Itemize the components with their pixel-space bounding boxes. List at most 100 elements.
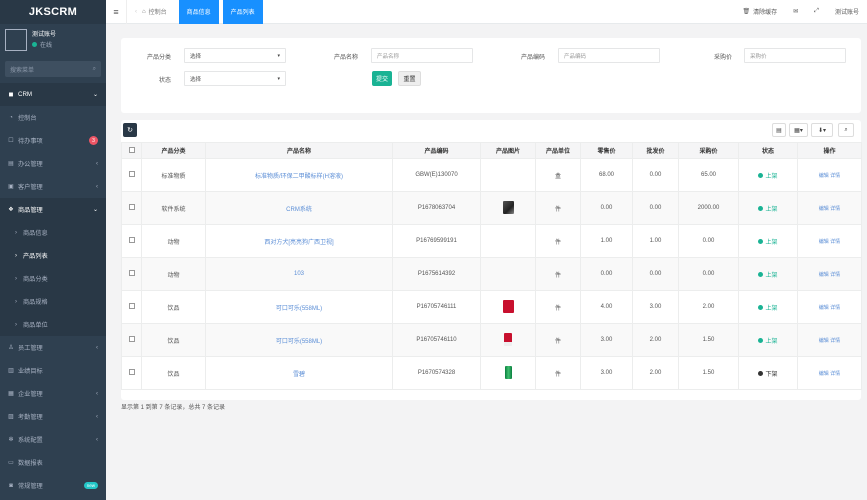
search-icon[interactable]: ⌕ — [93, 66, 96, 73]
table-row[interactable]: 软件系统 CRM系统 P1678063704 件 0.00 0.00 2000.00 上架 编辑… — [121, 191, 862, 225]
column-header[interactable]: 采购价 — [678, 142, 739, 159]
sidebar-item-report[interactable]: ▭ 数据报表 — [0, 451, 106, 474]
column-header[interactable]: 状态 — [738, 142, 798, 159]
column-header[interactable]: 产品图片 — [480, 142, 536, 159]
row-checkbox[interactable] — [128, 369, 135, 375]
row-actions[interactable]: 编辑 详情 — [819, 305, 840, 311]
clear-cache-button[interactable]: 🗑 清除缓存 — [735, 0, 786, 24]
column-header[interactable]: 批发价 — [632, 142, 679, 159]
product-name-link[interactable]: CRM系统 — [286, 207, 312, 213]
sidebar-item-customer[interactable]: ▣ 客户管理 ‹ — [0, 175, 106, 198]
row-checkbox[interactable] — [128, 303, 135, 309]
columns-button[interactable]: ▦▾ — [789, 123, 808, 137]
sidebar-item-manage[interactable]: ◙ 常规管理 new — [0, 474, 106, 497]
sidebar-item-dashboard[interactable]: ◔ 控制台 — [0, 106, 106, 129]
table-row[interactable]: 标准物质 标准物质/环保二甲酸标样(H溶液) GBW(E)130070 盒 68.00 0… — [121, 158, 862, 192]
sidebar-item-target[interactable]: ▥ 业绩目标 — [0, 359, 106, 382]
tab-product-info[interactable]: 商品信息 — [178, 0, 219, 24]
row-select-cell[interactable] — [121, 323, 142, 357]
sidebar-item-todo[interactable]: ☐ 待办事项 3 — [0, 129, 106, 152]
column-header[interactable]: 产品单位 — [535, 142, 581, 159]
table-row[interactable]: 饮品 雪碧 P1670574328 件 3.00 2.00 1.50 下架 编辑 详情 — [121, 356, 862, 390]
column-header[interactable]: 操作 — [797, 142, 862, 159]
product-thumbnail[interactable] — [502, 200, 514, 214]
column-header[interactable]: 零售价 — [580, 142, 633, 159]
status-badge[interactable]: 上架 — [758, 336, 778, 345]
sidebar-subitem-product-info[interactable]: › 商品信息 — [0, 221, 106, 244]
row-checkbox[interactable] — [128, 270, 135, 276]
table-row[interactable]: 动物 西对方犬[亮亮狗广西卫视] P16769599191 件 1.00 1.00 0.00… — [121, 224, 862, 258]
row-select-cell[interactable] — [121, 224, 142, 258]
status-badge[interactable]: 上架 — [758, 270, 778, 279]
sidebar-item-attendance[interactable]: ▨ 考勤管理 ‹ — [0, 405, 106, 428]
tab-product-list[interactable]: 产品列表 — [222, 0, 263, 24]
product-name-link[interactable]: 可口可乐(558ML) — [276, 339, 322, 345]
row-actions[interactable]: 编辑 详情 — [819, 173, 840, 179]
sidebar-subitem-product-category[interactable]: › 商品分类 — [0, 267, 106, 290]
row-actions[interactable]: 编辑 详情 — [819, 371, 840, 377]
row-actions[interactable]: 编辑 详情 — [819, 338, 840, 344]
row-checkbox[interactable] — [128, 336, 135, 342]
product-name-link[interactable]: 雪碧 — [293, 372, 305, 378]
table-row[interactable]: 饮品 可口可乐(558ML) P16705746111 件 4.00 3.00 2.00 上架… — [121, 290, 862, 324]
row-checkbox[interactable] — [128, 204, 135, 210]
avatar[interactable] — [5, 29, 27, 51]
purchase-price-input[interactable]: 采购价 — [744, 48, 846, 63]
status-select[interactable]: 选择 ▾ — [184, 71, 286, 86]
menu-toggle-icon[interactable]: ≡ — [106, 7, 126, 17]
product-name-link[interactable]: 103 — [294, 271, 304, 277]
row-select-cell[interactable] — [121, 290, 142, 324]
row-select-cell[interactable] — [121, 257, 142, 291]
row-actions[interactable]: 编辑 详情 — [819, 272, 840, 278]
select-all-header[interactable] — [121, 142, 142, 159]
sidebar-subitem-product-spec[interactable]: › 商品规格 — [0, 290, 106, 313]
export-button[interactable]: ⬇▾ — [811, 123, 833, 137]
row-select-cell[interactable] — [121, 158, 142, 192]
refresh-button[interactable]: ↻ — [123, 123, 137, 137]
status-badge[interactable]: 上架 — [758, 171, 778, 180]
toggle-view-button[interactable]: ▤ — [772, 123, 786, 137]
status-badge[interactable]: 上架 — [758, 303, 778, 312]
column-header[interactable]: 产品名称 — [205, 142, 393, 159]
status-badge[interactable]: 上架 — [758, 237, 778, 246]
product-name-input[interactable]: 产品名称 — [371, 48, 473, 63]
sidebar-subitem-product-list[interactable]: › 产品列表 — [0, 244, 106, 267]
category-select[interactable]: 选择 ▾ — [184, 48, 286, 63]
account-menu[interactable]: 测试账号 — [827, 0, 867, 24]
sidebar-subitem-product-unit[interactable]: › 商品单位 — [0, 313, 106, 336]
notification-button[interactable]: ✉ — [785, 0, 806, 24]
fullscreen-button[interactable]: ⤢ — [806, 0, 827, 24]
product-thumbnail[interactable] — [502, 299, 514, 313]
row-select-cell[interactable] — [121, 356, 142, 390]
search-toggle-button[interactable]: ⌕ — [838, 123, 854, 137]
product-name-link[interactable]: 标准物质/环保二甲酸标样(H溶液) — [255, 174, 343, 180]
product-code-input[interactable]: 产品编码 — [558, 48, 660, 63]
chevron-left-icon[interactable]: ‹ — [135, 9, 137, 15]
sidebar-item-crm[interactable]: ◼ CRM ⌄ — [0, 83, 106, 106]
table-row[interactable]: 饮品 可口可乐(558ML) P16705746110 件 3.00 2.00 1.50 上架… — [121, 323, 862, 357]
product-name-link[interactable]: 西对方犬[亮亮狗广西卫视] — [264, 240, 333, 246]
reset-button[interactable]: 重置 — [398, 71, 421, 86]
row-select-cell[interactable] — [121, 191, 142, 225]
column-header[interactable]: 产品分类 — [141, 142, 206, 159]
sidebar-item-settings[interactable]: ✻ 系统配置 ‹ — [0, 428, 106, 451]
row-actions[interactable]: 编辑 详情 — [819, 239, 840, 245]
column-header[interactable]: 产品编码 — [392, 142, 481, 159]
select-all-checkbox[interactable] — [128, 146, 135, 153]
row-checkbox[interactable] — [128, 171, 135, 177]
tab-dashboard[interactable]: ‹ ⌂ 控制台 — [126, 0, 175, 24]
product-thumbnail[interactable] — [504, 365, 512, 379]
sidebar-search-input[interactable]: 搜索菜单 ⌕ — [5, 61, 101, 77]
status-badge[interactable]: 下架 — [758, 369, 778, 378]
sidebar-item-company[interactable]: ▦ 企业管理 ‹ — [0, 382, 106, 405]
row-actions[interactable]: 编辑 详情 — [819, 206, 840, 212]
row-checkbox[interactable] — [128, 237, 135, 243]
product-name-link[interactable]: 可口可乐(558ML) — [276, 306, 322, 312]
product-thumbnail[interactable] — [504, 332, 512, 346]
sidebar-item-product[interactable]: ❖ 商品管理 ⌄ — [0, 198, 106, 221]
status-badge[interactable]: 上架 — [758, 204, 778, 213]
table-row[interactable]: 动物 103 P1675614392 件 0.00 0.00 0.00 上架 编辑 详情 — [121, 257, 862, 291]
submit-button[interactable]: 提交 — [372, 71, 392, 86]
sidebar-item-office[interactable]: ▤ 办公管理 ‹ — [0, 152, 106, 175]
sidebar-item-staff[interactable]: ♙ 员工管理 ‹ — [0, 336, 106, 359]
